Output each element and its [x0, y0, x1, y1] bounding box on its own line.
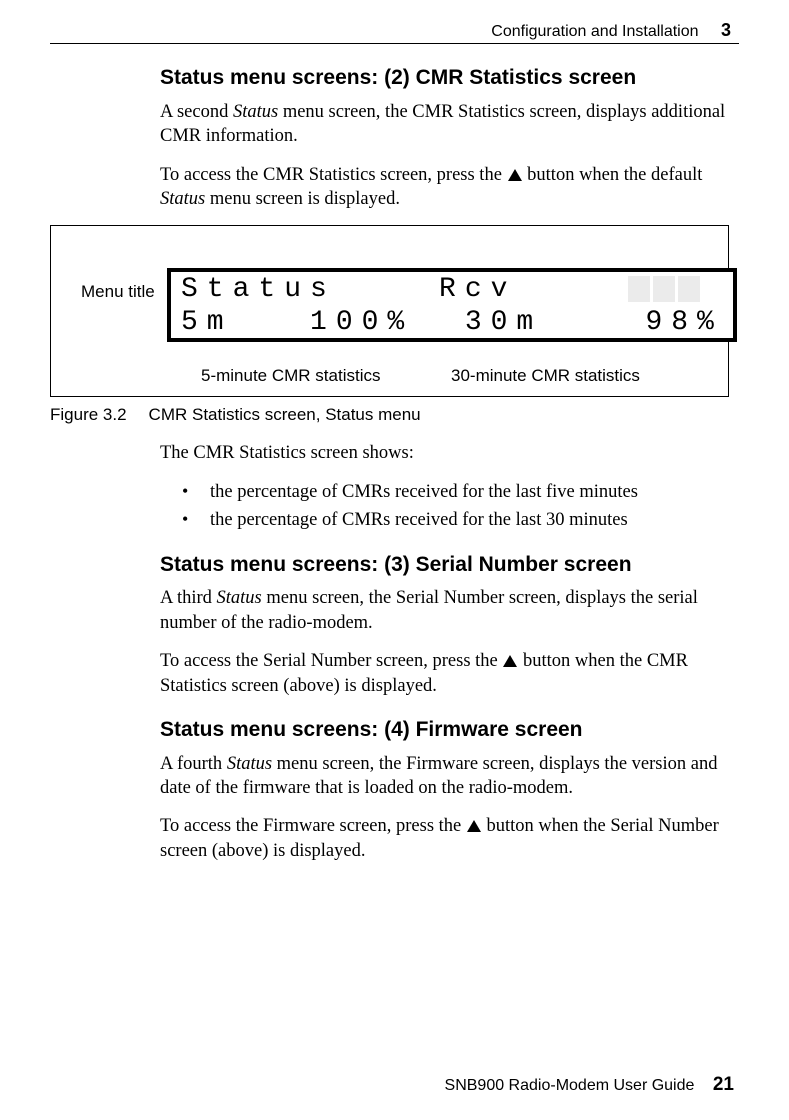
- callout-5min: 5-minute CMR statistics: [201, 366, 380, 386]
- up-triangle-icon: [508, 169, 522, 181]
- text: To access the CMR Statistics screen, pre…: [160, 165, 507, 185]
- section-heading-cmr: Status menu screens: (2) CMR Statistics …: [160, 64, 729, 92]
- text: A fourth: [160, 754, 227, 774]
- text: button when the default: [523, 165, 703, 185]
- section-name: Configuration and Installation: [491, 23, 698, 40]
- up-triangle-icon: [467, 820, 481, 832]
- section-heading-firmware: Status menu screens: (4) Firmware screen: [160, 716, 729, 744]
- running-header: Configuration and Installation 3: [50, 20, 739, 41]
- page-number: 21: [713, 1074, 734, 1095]
- paragraph: A second Status menu screen, the CMR Sta…: [160, 100, 729, 149]
- text: menu screen is displayed.: [205, 189, 400, 209]
- italic-text: Status: [217, 588, 262, 608]
- page: Configuration and Installation 3 Status …: [0, 0, 789, 1120]
- italic-text: Status: [233, 102, 278, 122]
- body-column: Status menu screens: (2) CMR Statistics …: [160, 64, 729, 211]
- figure-caption: Figure 3.2 CMR Statistics screen, Status …: [50, 405, 729, 425]
- footer: SNB900 Radio-Modem User Guide 21: [445, 1074, 734, 1096]
- paragraph: To access the Serial Number screen, pres…: [160, 649, 729, 698]
- paragraph: A fourth Status menu screen, the Firmwar…: [160, 752, 729, 801]
- footer-title: SNB900 Radio-Modem User Guide: [445, 1077, 695, 1094]
- list-item: the percentage of CMRs received for the …: [182, 480, 729, 504]
- up-triangle-icon: [503, 655, 517, 667]
- text: To access the Serial Number screen, pres…: [160, 651, 502, 671]
- figure-wrap: Menu title Status Rcv 5m 100% 30m 98% 5-…: [50, 225, 729, 425]
- list-item: the percentage of CMRs received for the …: [182, 508, 729, 532]
- chapter-number: 3: [721, 20, 731, 40]
- paragraph: The CMR Statistics screen shows:: [160, 441, 729, 465]
- figure-caption-text: CMR Statistics screen, Status menu: [149, 405, 421, 424]
- header-rule: [50, 43, 739, 44]
- text: To access the Firmware screen, press the: [160, 816, 466, 836]
- paragraph: To access the Firmware screen, press the…: [160, 814, 729, 863]
- paragraph: A third Status menu screen, the Serial N…: [160, 586, 729, 635]
- paragraph: To access the CMR Statistics screen, pre…: [160, 163, 729, 212]
- lcd-cursor-blocks: [628, 276, 725, 302]
- section-heading-serial: Status menu screens: (3) Serial Number s…: [160, 551, 729, 579]
- text: A second: [160, 102, 233, 122]
- lcd-line-2: 5m 100% 30m 98%: [181, 305, 733, 338]
- text: A third: [160, 588, 217, 608]
- callout-30min: 30-minute CMR statistics: [451, 366, 640, 386]
- menu-title-label: Menu title: [81, 282, 155, 302]
- italic-text: Status: [160, 189, 205, 209]
- italic-text: Status: [227, 754, 272, 774]
- body-column: The CMR Statistics screen shows: the per…: [160, 441, 729, 863]
- lcd-display: Status Rcv 5m 100% 30m 98%: [167, 268, 737, 342]
- bullet-list: the percentage of CMRs received for the …: [182, 480, 729, 533]
- figure-number: Figure 3.2: [50, 405, 127, 424]
- figure-box: Menu title Status Rcv 5m 100% 30m 98% 5-…: [50, 225, 729, 397]
